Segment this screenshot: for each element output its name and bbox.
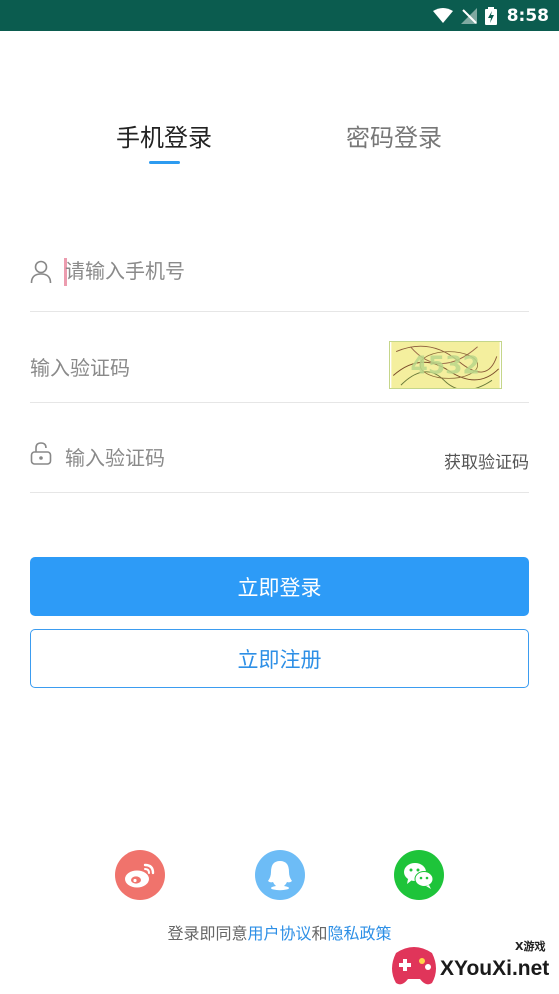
captcha-text: 4532 bbox=[411, 351, 480, 380]
watermark-main-text: XYouXi.net bbox=[440, 957, 550, 980]
status-time: 8:58 bbox=[506, 5, 549, 26]
phone-field-row bbox=[30, 222, 529, 312]
wechat-icon bbox=[404, 863, 434, 889]
login-tabs: 手机登录 密码登录 bbox=[0, 118, 559, 168]
get-code-button[interactable]: 获取验证码 bbox=[444, 448, 529, 473]
agreement-and: 和 bbox=[311, 924, 328, 943]
qq-icon bbox=[268, 861, 292, 891]
active-tab-indicator bbox=[149, 161, 180, 164]
captcha-image[interactable]: 4532 bbox=[389, 341, 502, 389]
gamepad-logo-icon bbox=[392, 947, 436, 985]
user-icon bbox=[30, 260, 52, 284]
captcha-input[interactable] bbox=[30, 350, 370, 386]
status-icons: 8:58 bbox=[432, 0, 549, 31]
watermark-small-text: X游戏 bbox=[515, 940, 546, 953]
wechat-login-button[interactable] bbox=[394, 850, 444, 900]
battery-charging-icon bbox=[484, 6, 497, 25]
wifi-icon bbox=[432, 7, 453, 23]
weibo-icon bbox=[125, 863, 155, 888]
login-button[interactable]: 立即登录 bbox=[30, 557, 529, 616]
no-signal-icon bbox=[460, 7, 477, 24]
tab-phone-login[interactable]: 手机登录 bbox=[102, 118, 226, 153]
captcha-field-row: 4532 bbox=[30, 313, 529, 403]
qq-login-button[interactable] bbox=[255, 850, 305, 900]
site-watermark: XYouXi.net X游戏 bbox=[388, 935, 558, 993]
register-button[interactable]: 立即注册 bbox=[30, 629, 529, 688]
sms-code-field-row: 获取验证码 bbox=[30, 403, 529, 493]
phone-input[interactable] bbox=[65, 253, 405, 289]
weibo-login-button[interactable] bbox=[115, 850, 165, 900]
privacy-policy-link[interactable]: 隐私政策 bbox=[328, 924, 392, 943]
user-agreement-link[interactable]: 用户协议 bbox=[247, 924, 311, 943]
tab-password-login[interactable]: 密码登录 bbox=[332, 118, 456, 153]
lock-icon bbox=[30, 442, 52, 465]
agreement-prefix: 登录即同意 bbox=[167, 924, 248, 943]
status-bar: 8:58 bbox=[0, 0, 559, 31]
sms-code-input[interactable] bbox=[65, 440, 405, 476]
